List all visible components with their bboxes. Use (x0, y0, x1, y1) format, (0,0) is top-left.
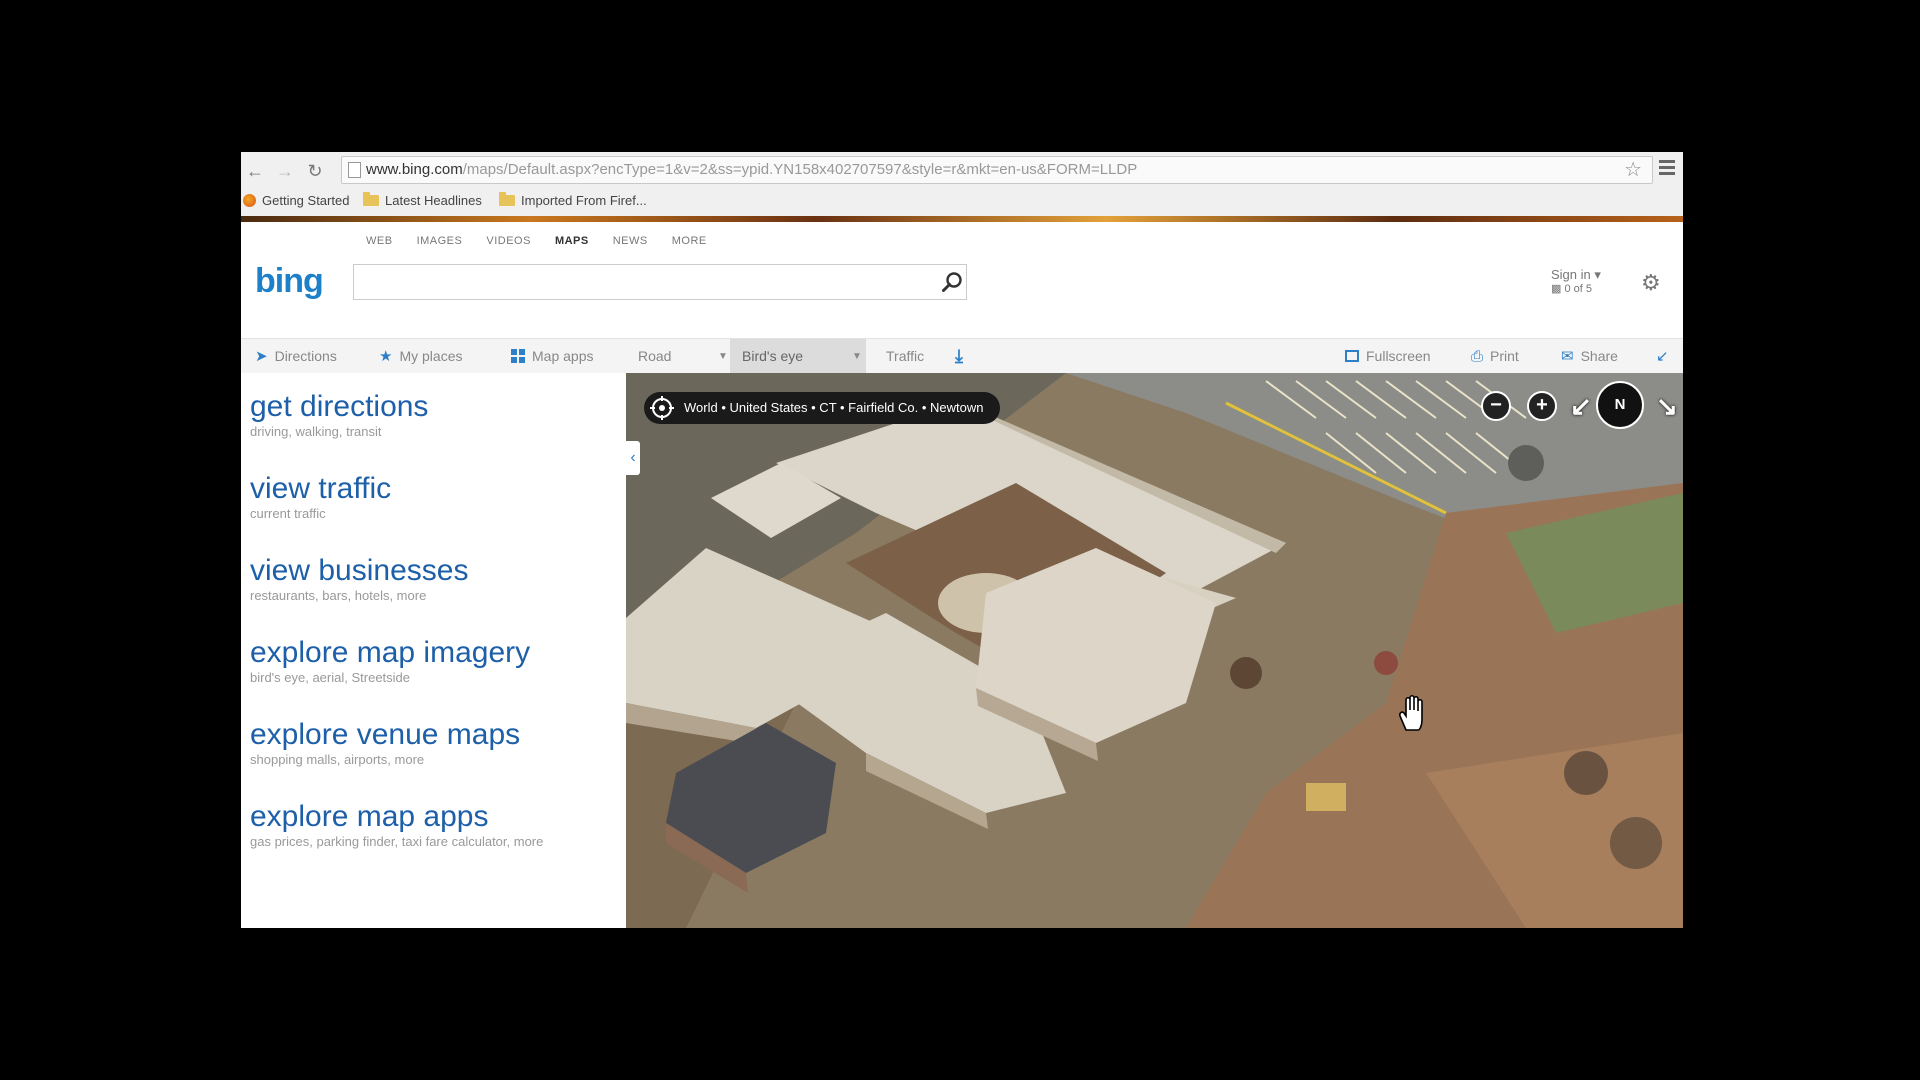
task-view-businesses[interactable]: view businesses restaurants, bars, hotel… (250, 554, 590, 604)
directions-icon: ➤ (255, 348, 268, 365)
top-nav: WEB IMAGES VIDEOS MAPS NEWS MORE (366, 235, 707, 247)
compass-icon[interactable]: N (1596, 381, 1644, 429)
zoom-in-icon[interactable]: + (1527, 391, 1557, 421)
chevron-left-icon: ‹ (630, 449, 636, 466)
download-icon: ⤓ (955, 345, 963, 366)
rotate-left-icon[interactable]: ↙ (1570, 391, 1592, 422)
rotate-right-icon[interactable]: ↘ (1656, 391, 1678, 422)
mail-icon: ✉ (1561, 348, 1574, 365)
aerial-imagery (626, 373, 1683, 928)
bookmarks-bar: Getting Started Latest Headlines Importe… (241, 186, 1683, 216)
task-get-directions[interactable]: get directions driving, walking, transit (250, 390, 590, 440)
directions-button[interactable]: ➤ Directions (255, 339, 337, 373)
map-apps-button[interactable]: Map apps (511, 339, 593, 373)
traffic-button[interactable]: Traffic (874, 339, 944, 373)
nav-news[interactable]: NEWS (613, 235, 648, 247)
sign-in-label: Sign in ▾ (1551, 267, 1601, 282)
task-title[interactable]: explore venue maps (250, 718, 590, 752)
screen: ← → ↻ www.bing.com/maps/Default.aspx?enc… (241, 152, 1683, 928)
task-subtitle: bird's eye, aerial, Streetside (250, 670, 411, 685)
back-icon[interactable]: ← (243, 159, 267, 183)
fullscreen-button[interactable]: Fullscreen (1345, 339, 1431, 373)
chevron-down-icon: ▼ (718, 350, 728, 362)
nav-images[interactable]: IMAGES (417, 235, 463, 247)
bookmark-latest-headlines[interactable]: Latest Headlines (363, 192, 482, 208)
task-title[interactable]: view traffic (250, 472, 590, 506)
map-canvas[interactable]: World • United States • CT • Fairfield C… (626, 373, 1683, 928)
firefox-icon (243, 194, 256, 207)
chevron-down-icon: ▼ (852, 350, 862, 362)
task-title[interactable]: explore map imagery (250, 636, 590, 670)
search-icon[interactable] (941, 271, 963, 293)
birds-eye-dropdown[interactable]: ▼ (840, 339, 866, 373)
breadcrumb-text: World • United States • CT • Fairfield C… (684, 400, 984, 415)
nav-more[interactable]: MORE (672, 235, 707, 247)
url-host: www.bing.com (366, 161, 463, 178)
rewards-icon: ▩ (1551, 283, 1562, 295)
address-bar[interactable]: www.bing.com/maps/Default.aspx?encType=1… (341, 156, 1653, 184)
download-button[interactable]: ⤓ (943, 339, 979, 373)
birds-eye-button[interactable]: Bird's eye (730, 339, 840, 373)
forward-icon[interactable]: → (273, 159, 297, 183)
nav-maps[interactable]: MAPS (555, 235, 589, 247)
folder-icon (499, 192, 515, 206)
bookmark-star-icon[interactable]: ☆ (1624, 157, 1642, 183)
arrow-down-left-icon: ↙ (1656, 348, 1669, 365)
rewards-count: ▩ 0 of 5 (1551, 283, 1592, 295)
browser-chrome: ← → ↻ www.bing.com/maps/Default.aspx?enc… (241, 152, 1683, 222)
nav-videos[interactable]: VIDEOS (486, 235, 531, 247)
task-subtitle: shopping malls, airports, more (250, 752, 425, 767)
task-title[interactable]: get directions (250, 390, 590, 424)
folder-icon (363, 192, 379, 206)
task-panel: get directions driving, walking, transit… (241, 373, 626, 928)
bing-logo[interactable]: bing (255, 262, 324, 301)
url-path: /maps/Default.aspx?encType=1&v=2&ss=ypid… (462, 161, 1138, 178)
my-places-button[interactable]: ★ My places (379, 339, 462, 373)
bookmark-imported[interactable]: Imported From Firef... (499, 192, 647, 208)
fullscreen-icon (1345, 350, 1359, 362)
reload-icon[interactable]: ↻ (303, 159, 327, 183)
nav-web[interactable]: WEB (366, 235, 393, 247)
location-breadcrumb[interactable]: World • United States • CT • Fairfield C… (644, 392, 1000, 424)
task-subtitle: driving, walking, transit (250, 424, 382, 439)
task-title[interactable]: view businesses (250, 554, 590, 588)
star-icon: ★ (379, 348, 393, 365)
browser-menu-icon[interactable] (1659, 160, 1675, 178)
print-icon: ⎙ (1471, 347, 1484, 365)
map-toolbar: ➤ Directions ★ My places Map apps Road ▼… (241, 338, 1683, 374)
bookmark-getting-started[interactable]: Getting Started (243, 193, 349, 208)
bing-header: WEB IMAGES VIDEOS MAPS NEWS MORE bing Si… (241, 222, 1683, 338)
task-subtitle: gas prices, parking finder, taxi fare ca… (250, 834, 544, 849)
task-explore-venue-maps[interactable]: explore venue maps shopping malls, airpo… (250, 718, 590, 768)
page-icon (348, 162, 361, 178)
hand-cursor-icon (1399, 694, 1423, 731)
search-input[interactable] (353, 264, 967, 300)
zoom-out-icon[interactable]: − (1481, 391, 1511, 421)
task-explore-map-apps[interactable]: explore map apps gas prices, parking fin… (250, 800, 590, 850)
task-view-traffic[interactable]: view traffic current traffic (250, 472, 590, 522)
print-button[interactable]: ⎙ Print (1471, 339, 1519, 373)
locate-icon[interactable] (650, 396, 674, 420)
sign-in[interactable]: Sign in ▾ ▩ 0 of 5 (1551, 267, 1601, 297)
task-subtitle: restaurants, bars, hotels, more (250, 588, 427, 603)
share-button[interactable]: ✉ Share (1561, 339, 1618, 373)
collapse-panel-button[interactable]: ‹ (626, 441, 640, 475)
task-explore-map-imagery[interactable]: explore map imagery bird's eye, aerial, … (250, 636, 590, 686)
minimize-toolbar-button[interactable]: ↙ (1656, 339, 1669, 373)
gear-icon[interactable]: ⚙ (1641, 270, 1661, 296)
road-dropdown[interactable]: ▼ (706, 339, 732, 373)
task-subtitle: current traffic (250, 506, 326, 521)
task-title[interactable]: explore map apps (250, 800, 590, 834)
grid-icon (511, 349, 525, 363)
